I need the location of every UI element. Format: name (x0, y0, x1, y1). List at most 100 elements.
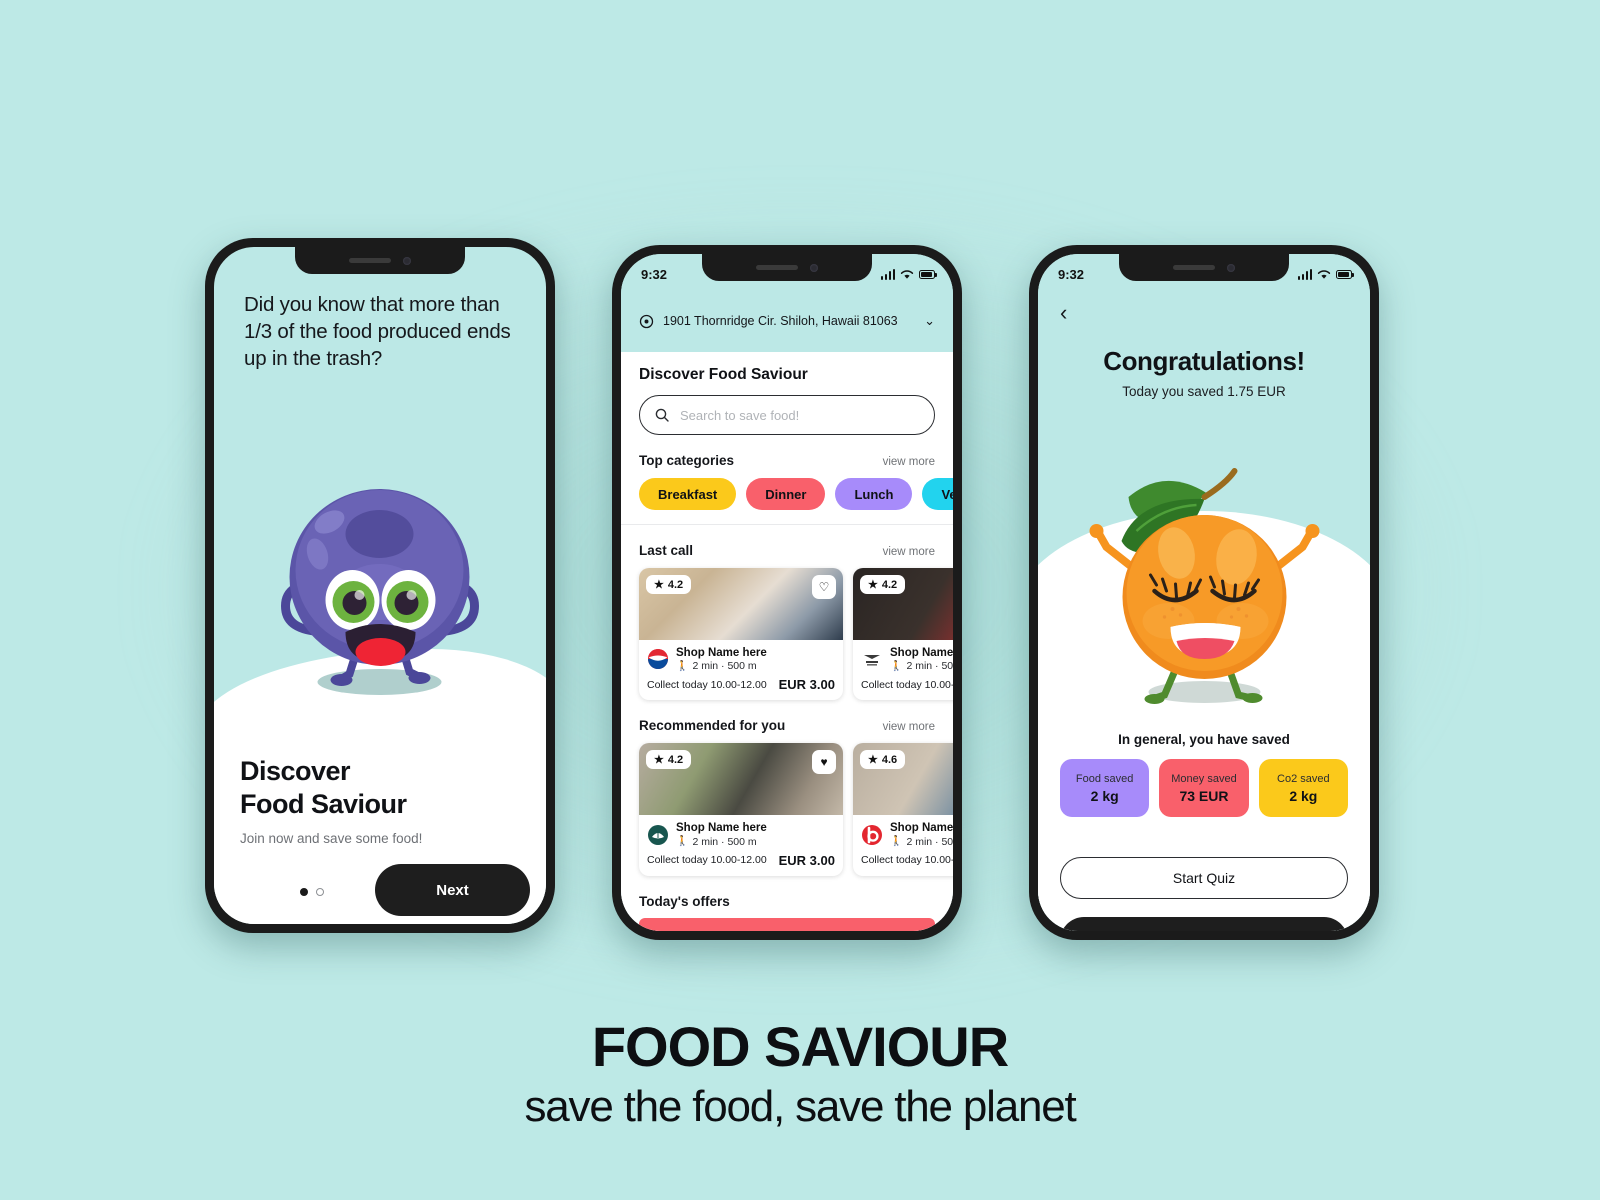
pagination-dots[interactable] (300, 888, 324, 896)
location-pin-icon (639, 314, 654, 328)
recommended-header: Recommended for you view more (639, 718, 935, 733)
category-chip-vegan[interactable]: Ve (922, 478, 953, 510)
last-call-view-more[interactable]: view more (883, 546, 935, 558)
offer-card[interactable]: ★ 4.2 Shop Name here (853, 568, 953, 701)
top-categories-view-more[interactable]: view more (883, 456, 935, 468)
rating-badge: ★ 4.2 (646, 575, 692, 594)
general-saved-label: In general, you have saved (1118, 732, 1290, 747)
walking-icon: 🚶 (890, 836, 903, 848)
rating-value: 4.2 (667, 578, 684, 591)
last-call-header: Last call view more (639, 543, 935, 558)
search-input[interactable] (680, 407, 919, 423)
offer-photo: ★ 4.2 (853, 568, 953, 640)
phone3-screen: 9:32 ‹ Congratulations! Today you saved … (1038, 254, 1370, 931)
offer-card[interactable]: ★ 4.2 ♡ Shop Name here 🚶 2 min · 500 m C… (639, 568, 843, 701)
category-chip-breakfast[interactable]: Breakfast (639, 478, 737, 510)
wifi-icon (1317, 269, 1331, 279)
stat-label: Co2 saved (1277, 772, 1330, 785)
chevron-down-icon[interactable]: ⌄ (924, 313, 935, 329)
category-chips: Breakfast Dinner Lunch Ve (639, 478, 953, 510)
offer-price: EUR 3.00 (778, 677, 835, 693)
category-chip-lunch[interactable]: Lunch (835, 478, 913, 510)
todays-offers-title: Today's offers (639, 893, 730, 909)
top-categories-title: Top categories (639, 453, 735, 468)
phone-congratulations: 9:32 ‹ Congratulations! Today you saved … (1029, 245, 1379, 940)
search-field[interactable] (639, 395, 935, 435)
stat-value: 2 kg (1090, 787, 1119, 804)
offer-info: Shop Name here 🚶 2 min · 500 m Collect t… (853, 640, 953, 700)
phone1-screen: Did you know that more than 1/3 of the f… (214, 247, 546, 924)
onboarding-copy: Discover Food Saviour Join now and save … (240, 755, 422, 846)
offer-info: Shop Name here 🚶 2 min · 500 m Collect t… (639, 640, 843, 700)
shop-name: Shop Name here (676, 822, 767, 835)
star-icon: ★ (654, 754, 664, 767)
recommended-view-more[interactable]: view more (883, 721, 935, 733)
stat-money-saved: Money saved 73 EUR (1159, 759, 1249, 817)
brand-title: FOOD SAVIOUR (591, 1015, 1009, 1078)
shop-name: Shop Name here (676, 647, 767, 659)
walking-icon: 🚶 (676, 836, 689, 848)
generic-shop-logo (864, 655, 880, 666)
onboarding-subtitle: Join now and save some food! (240, 831, 423, 846)
search-icon (655, 408, 669, 422)
last-call-title: Last call (639, 543, 694, 558)
battery-icon (919, 269, 937, 279)
offer-card[interactable]: ★ 4.2 ♥ Shop Name here 🚶 2 min · 500 m C… (639, 743, 843, 876)
recommended-title: Recommended for you (639, 718, 786, 734)
collect-window: Collect today 10.00-12.00 (647, 854, 767, 867)
rating-value: 4.2 (667, 753, 684, 766)
congrats-subtitle: Today you saved 1.75 EUR (1122, 384, 1286, 399)
stat-label: Food saved (1075, 772, 1134, 785)
offer-card[interactable]: ★ 4.6 Shop Name here (853, 743, 953, 876)
onboarding-title-line2: Food Saviour (240, 788, 407, 819)
category-chip-dinner[interactable]: Dinner (746, 478, 826, 510)
phone-discover: 9:32 1901 Thornridge Cir. Shiloh, Hawaii… (612, 245, 962, 940)
status-time: 9:32 (1058, 266, 1085, 282)
speaker-icon (1173, 265, 1215, 270)
stat-co2-saved: Co2 saved 2 kg (1258, 759, 1348, 817)
collect-window: Collect today 10.00-12.00 (861, 678, 953, 691)
pagination-dot-active[interactable] (300, 888, 308, 896)
start-quiz-button[interactable]: Start Quiz (1060, 857, 1348, 899)
shop-distance: 🚶 2 min · 500 m (676, 836, 767, 848)
save-more-button[interactable]: Save more (1060, 917, 1348, 931)
rating-badge: ★ 4.2 (860, 575, 906, 594)
savings-stats: Food saved 2 kg Money saved 73 EUR Co2 s… (1060, 759, 1348, 817)
shop-distance: 🚶 2 min · 500 m (890, 660, 953, 672)
star-icon: ★ (868, 579, 878, 591)
favorite-icon[interactable]: ♥ (812, 750, 836, 775)
signal-icon (1297, 268, 1312, 280)
distance-text: 2 min · 500 m (906, 835, 953, 848)
favorite-icon[interactable]: ♡ (812, 575, 836, 599)
todays-offers-banner[interactable] (639, 917, 935, 931)
camera-icon (810, 263, 818, 272)
notch (702, 254, 872, 281)
notch (295, 247, 465, 274)
stat-label: Money saved (1171, 772, 1237, 785)
next-button[interactable]: Next (375, 864, 530, 916)
collect-window: Collect today 10.00-12.00 (647, 678, 767, 691)
onboarding-title-line1: Discover (240, 756, 351, 787)
offer-photo: ★ 4.2 ♡ (639, 568, 843, 640)
camera-icon (403, 256, 411, 265)
blueberry-character (280, 489, 480, 695)
divider (621, 524, 953, 525)
speaker-icon (349, 258, 391, 263)
back-chevron-icon[interactable]: ‹ (1060, 302, 1067, 324)
offer-info: Shop Name here 🚶 2 min · 500 m Collect t… (853, 815, 953, 875)
distance-text: 2 min · 500 m (692, 835, 757, 848)
pepsi-logo (648, 649, 668, 670)
wifi-icon (900, 269, 914, 279)
discover-content: Discover Food Saviour Top categories vie… (621, 352, 953, 931)
status-time: 9:32 (641, 266, 668, 282)
top-categories-header: Top categories view more (639, 453, 935, 468)
offer-price: EUR 3.00 (778, 852, 835, 868)
pagination-dot-inactive[interactable] (316, 888, 324, 896)
stat-value: 2 kg (1289, 787, 1318, 804)
star-icon: ★ (868, 754, 878, 767)
recommended-cards: ★ 4.2 ♥ Shop Name here 🚶 2 min · 500 m C… (639, 743, 953, 876)
collect-window: Collect today 10.00-12.00 (861, 854, 953, 867)
beats-logo (862, 824, 882, 845)
address-selector[interactable]: 1901 Thornridge Cir. Shiloh, Hawaii 8106… (621, 304, 953, 338)
stat-food-saved: Food saved 2 kg (1060, 759, 1150, 817)
